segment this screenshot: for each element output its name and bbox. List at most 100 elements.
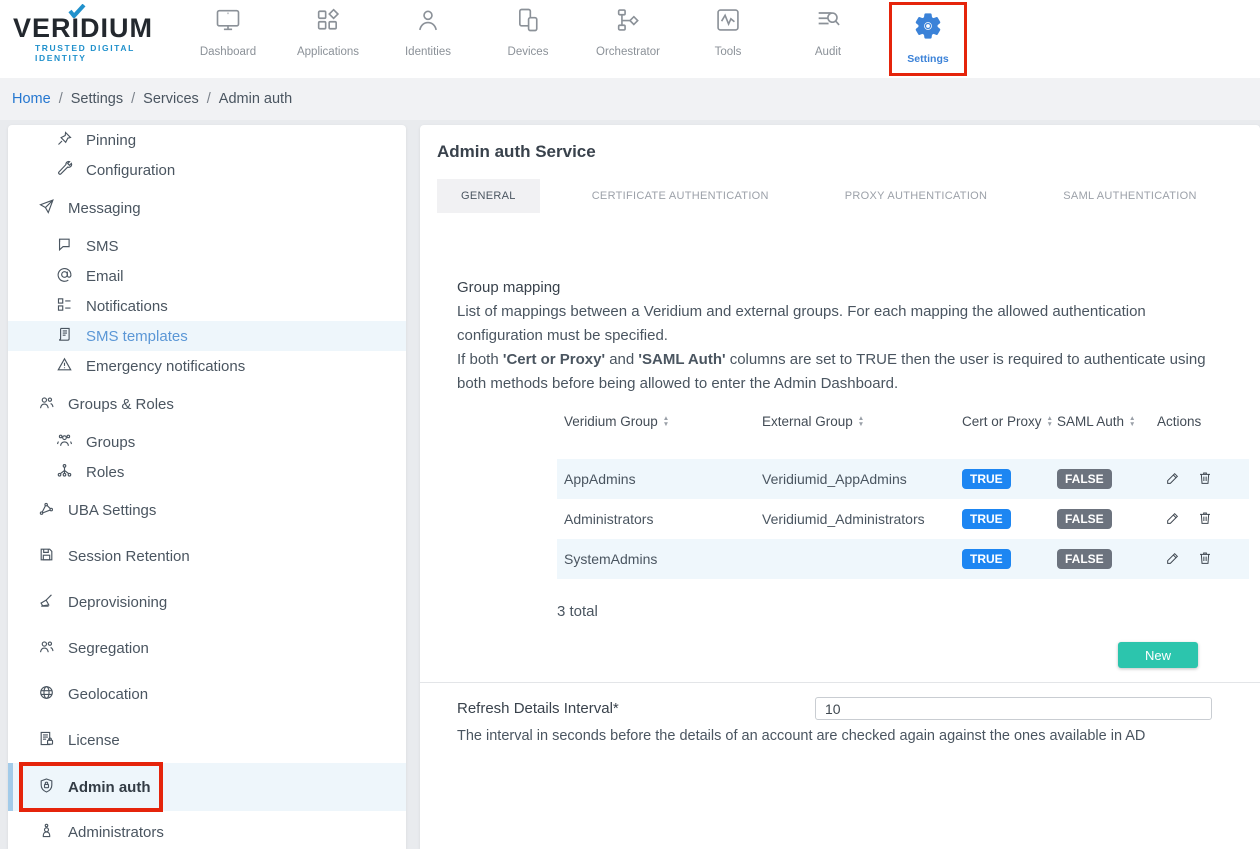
table-row: AppAdmins Veridiumid_AppAdmins TRUE FALS… [557, 459, 1249, 499]
sidebar-item-configuration[interactable]: Configuration [8, 155, 406, 185]
breadcrumb-separator: / [59, 91, 63, 107]
tab-saml-authentication[interactable]: SAML AUTHENTICATION [1039, 179, 1220, 213]
group-mapping-section: Group mapping List of mappings between a… [457, 279, 1212, 620]
devices-icon [514, 6, 542, 39]
scroll-document-icon [56, 326, 73, 347]
cert-or-proxy-cell: TRUE [962, 509, 1057, 529]
logo-wordmark: VERIDIUM [13, 15, 178, 41]
nav-item-applications[interactable]: Applications [278, 2, 378, 58]
edit-pencil-icon[interactable] [1165, 510, 1181, 529]
breadcrumb-separator: / [207, 91, 211, 107]
sidebar-item-uba-settings[interactable]: UBA Settings [8, 495, 406, 525]
sidebar-item-administrators[interactable]: Administrators [8, 817, 406, 847]
logo-checkmark-icon [68, 4, 86, 18]
nav-item-tools[interactable]: Tools [678, 2, 778, 58]
sidebar-item-segregation[interactable]: Segregation [8, 633, 406, 663]
column-header-saml-auth[interactable]: SAML Auth▲▼ [1057, 414, 1157, 429]
veridium-logo: VERIDIUM TRUSTED DIGITAL IDENTITY [0, 15, 178, 63]
new-button[interactable]: New [1118, 642, 1198, 668]
sidebar-item-geolocation[interactable]: Geolocation [8, 679, 406, 709]
people-icon [38, 394, 55, 415]
sidebar-item-notifications[interactable]: Notifications [8, 291, 406, 321]
group-mapping-table: Veridium Group▲▼ External Group▲▼ Cert o… [557, 414, 1249, 579]
sidebar-item-session-retention[interactable]: Session Retention [8, 541, 406, 571]
column-header-cert-or-proxy[interactable]: Cert or Proxy▲▼ [962, 414, 1057, 429]
sidebar-item-groups[interactable]: Groups [8, 427, 406, 457]
table-row: SystemAdmins TRUE FALSE [557, 539, 1249, 579]
sidebar-item-roles[interactable]: Roles [8, 457, 406, 487]
settings-sidebar: Pinning Configuration Messaging SMS Emai… [8, 125, 406, 849]
tab-certificate-authentication[interactable]: CERTIFICATE AUTHENTICATION [568, 179, 793, 213]
nav-item-devices[interactable]: Devices [478, 2, 578, 58]
tab-general[interactable]: GENERAL [437, 179, 540, 213]
sidebar-item-admin-auth[interactable]: Admin auth [8, 763, 406, 811]
refresh-interval-label: Refresh Details Interval* [457, 700, 815, 717]
delete-trash-icon[interactable] [1197, 510, 1213, 529]
external-group-cell: Veridiumid_AppAdmins [762, 471, 962, 487]
gear-icon [913, 11, 943, 46]
sidebar-item-deprovisioning[interactable]: Deprovisioning [8, 587, 406, 617]
selected-indicator-bar [8, 763, 13, 811]
sort-icon[interactable]: ▲▼ [663, 416, 669, 427]
breadcrumb-current: Admin auth [219, 91, 292, 107]
status-badge: FALSE [1057, 549, 1112, 569]
breadcrumb-home-link[interactable]: Home [12, 91, 51, 107]
sort-icon[interactable]: ▲▼ [858, 416, 864, 427]
new-button-row: New [420, 642, 1198, 668]
page-title: Admin auth Service [437, 141, 1260, 163]
nav-item-orchestrator[interactable]: Orchestrator [578, 2, 678, 58]
logo-tagline: TRUSTED DIGITAL IDENTITY [13, 43, 178, 63]
at-sign-icon [56, 266, 73, 287]
breadcrumb-settings[interactable]: Settings [71, 91, 123, 107]
group-mapping-heading: Group mapping [457, 279, 1212, 296]
nav-item-identities[interactable]: Identities [378, 2, 478, 58]
sidebar-item-pinning[interactable]: Pinning [8, 125, 406, 155]
edit-pencil-icon[interactable] [1165, 470, 1181, 489]
main-nav: Dashboard Applications Identities Device… [178, 2, 978, 76]
document-lock-icon [38, 730, 55, 751]
delete-trash-icon[interactable] [1197, 470, 1213, 489]
sort-icon[interactable]: ▲▼ [1129, 416, 1135, 427]
cert-or-proxy-cell: TRUE [962, 469, 1057, 489]
table-body: AppAdmins Veridiumid_AppAdmins TRUE FALS… [557, 459, 1249, 579]
column-header-veridium-group[interactable]: Veridium Group▲▼ [557, 414, 762, 429]
sidebar-menu: Pinning Configuration Messaging SMS Emai… [8, 125, 406, 847]
node-graph-icon [38, 500, 55, 521]
column-header-actions: Actions [1157, 414, 1249, 429]
paper-plane-icon [38, 198, 55, 219]
table-total-count: 3 total [557, 603, 1212, 620]
nav-item-settings annotation-box-settings[interactable]: Settings [889, 2, 967, 76]
nav-item-dashboard[interactable]: Dashboard [178, 2, 278, 58]
sidebar-item-emergency-notifications[interactable]: Emergency notifications [8, 351, 406, 381]
sidebar-item-sms-templates[interactable]: SMS templates [8, 321, 406, 351]
floppy-disk-icon [38, 546, 55, 567]
delete-trash-icon[interactable] [1197, 550, 1213, 569]
admin-auth-service-panel: Admin auth Service GENERAL CERTIFICATE A… [420, 125, 1260, 849]
globe-icon [38, 684, 55, 705]
sidebar-item-groups-roles[interactable]: Groups & Roles [8, 389, 406, 419]
refresh-interval-help-text: The interval in seconds before the detai… [457, 728, 1212, 744]
nav-item-audit[interactable]: Audit [778, 2, 878, 58]
shield-lock-icon [38, 777, 55, 798]
pin-icon [56, 130, 73, 151]
sidebar-item-messaging[interactable]: Messaging [8, 193, 406, 223]
group-mapping-note: If both 'Cert or Proxy' and 'SAML Auth' … [457, 348, 1207, 396]
sidebar-item-license[interactable]: License [8, 725, 406, 755]
group-mapping-description: List of mappings between a Veridium and … [457, 300, 1207, 348]
table-header-row: Veridium Group▲▼ External Group▲▼ Cert o… [557, 414, 1249, 429]
refresh-interval-input[interactable] [815, 697, 1212, 720]
sort-icon[interactable]: ▲▼ [1047, 416, 1053, 427]
tab-proxy-authentication[interactable]: PROXY AUTHENTICATION [821, 179, 1012, 213]
edit-pencil-icon[interactable] [1165, 550, 1181, 569]
saml-auth-cell: FALSE [1057, 469, 1157, 489]
list-magnifier-icon [814, 6, 842, 39]
sidebar-item-email[interactable]: Email [8, 261, 406, 291]
veridium-group-cell: Administrators [557, 511, 762, 527]
tab-saml-keys[interactable]: SAML KEYS [1249, 179, 1260, 213]
sidebar-item-sms[interactable]: SMS [8, 231, 406, 261]
team-icon [56, 432, 73, 453]
breadcrumb-services[interactable]: Services [143, 91, 199, 107]
section-divider [420, 682, 1260, 683]
status-badge: FALSE [1057, 509, 1112, 529]
column-header-external-group[interactable]: External Group▲▼ [762, 414, 962, 429]
